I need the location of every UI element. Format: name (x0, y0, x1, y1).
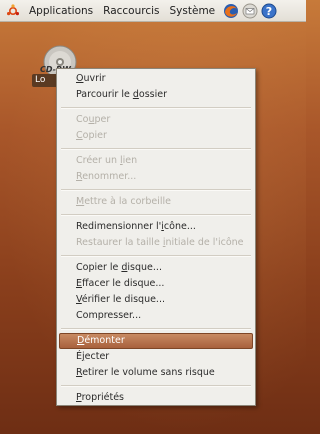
menu-item-text: Restaurer la taille (76, 237, 163, 248)
menu-item-text: Parcourir le (76, 89, 133, 100)
menu-item-text: ettre à la corbeille (84, 196, 171, 207)
help-icon[interactable]: ? (261, 3, 277, 19)
svg-text:?: ? (266, 5, 272, 18)
system-menu[interactable]: Système (165, 0, 221, 22)
menu-item-couper[interactable]: Couper (57, 112, 255, 128)
menu-item-text: Compresser... (76, 310, 142, 321)
menu-separator (61, 385, 251, 387)
context-menu: Ouvrir Parcourir le dossier Couper Copier Cr… (56, 68, 256, 406)
menu-separator (61, 189, 251, 191)
menu-separator (61, 328, 251, 330)
menu-item-text: ossier (138, 89, 167, 100)
menu-item-text: Redimensionner l' (76, 221, 162, 232)
menu-item-restaurer-la-taille-initiale-de-l-icone[interactable]: Restaurer la taille initiale de l'icône (57, 235, 255, 251)
menu-item-text: ecter (84, 351, 110, 362)
menu-item-proprietes[interactable]: Propriétés (57, 390, 255, 406)
top-panel: Applications Raccourcis Système ? (0, 0, 306, 22)
menu-item-copier-le-disque[interactable]: Copier le disque... (57, 260, 255, 276)
menu-item-ouvrir[interactable]: Ouvrir (57, 71, 255, 87)
menu-item-text: ien (122, 155, 138, 166)
menu-item-mettre-a-la-corbeille[interactable]: Mettre à la corbeille (57, 194, 255, 210)
menu-item-text: érifier le disque... (81, 294, 165, 305)
menu-separator (61, 107, 251, 109)
menu-item-text: cône... (163, 221, 196, 232)
applications-menu[interactable]: Applications (24, 0, 98, 22)
menu-item-copier[interactable]: Copier (57, 128, 255, 144)
menu-item-text: ffacer le disque... (82, 278, 165, 289)
menu-item-text: ropriétés (81, 392, 125, 403)
menu-item-compresser[interactable]: Compresser... (57, 308, 255, 324)
menu-item-accelerator: C (76, 130, 83, 141)
menu-item-text: nitiale de l'icône (165, 237, 244, 248)
menu-item-text: enommer... (82, 171, 137, 182)
firefox-icon[interactable] (223, 3, 239, 19)
menu-item-text: Copier le (76, 262, 122, 273)
menu-item-parcourir-le-dossier[interactable]: Parcourir le dossier (57, 87, 255, 103)
places-menu[interactable]: Raccourcis (98, 0, 164, 22)
menu-item-redimensionner-l-icone[interactable]: Redimensionner l'icône... (57, 219, 255, 235)
ubuntu-logo-icon[interactable] (6, 3, 20, 18)
menu-item-creer-un-lien[interactable]: Créer un lien (57, 153, 255, 169)
menu-item-text: etirer le volume sans risque (82, 367, 215, 378)
menu-item-effacer-le-disque[interactable]: Effacer le disque... (57, 276, 255, 292)
menu-item-accelerator: M (76, 196, 85, 207)
menu-separator (61, 255, 251, 257)
menu-item-ejecter[interactable]: Éjecter (57, 349, 255, 365)
menu-item-text: Créer un (76, 155, 121, 166)
menu-item-demonter[interactable]: Démonter (59, 333, 253, 349)
menu-item-text: opier (82, 130, 107, 141)
menu-item-retirer-le-volume-sans-risque[interactable]: Retirer le volume sans risque (57, 365, 255, 381)
menu-item-text: uvrir (83, 73, 106, 84)
menu-separator (61, 148, 251, 150)
mail-icon[interactable] (242, 3, 258, 19)
menu-item-text: émonter (84, 335, 125, 346)
menu-item-text: isque... (127, 262, 162, 273)
menu-item-verifier-le-disque[interactable]: Vérifier le disque... (57, 292, 255, 308)
menu-separator (61, 214, 251, 216)
menu-item-text: Co (76, 114, 89, 125)
menu-item-text: per (94, 114, 111, 125)
menu-item-renommer[interactable]: Renommer... (57, 169, 255, 185)
